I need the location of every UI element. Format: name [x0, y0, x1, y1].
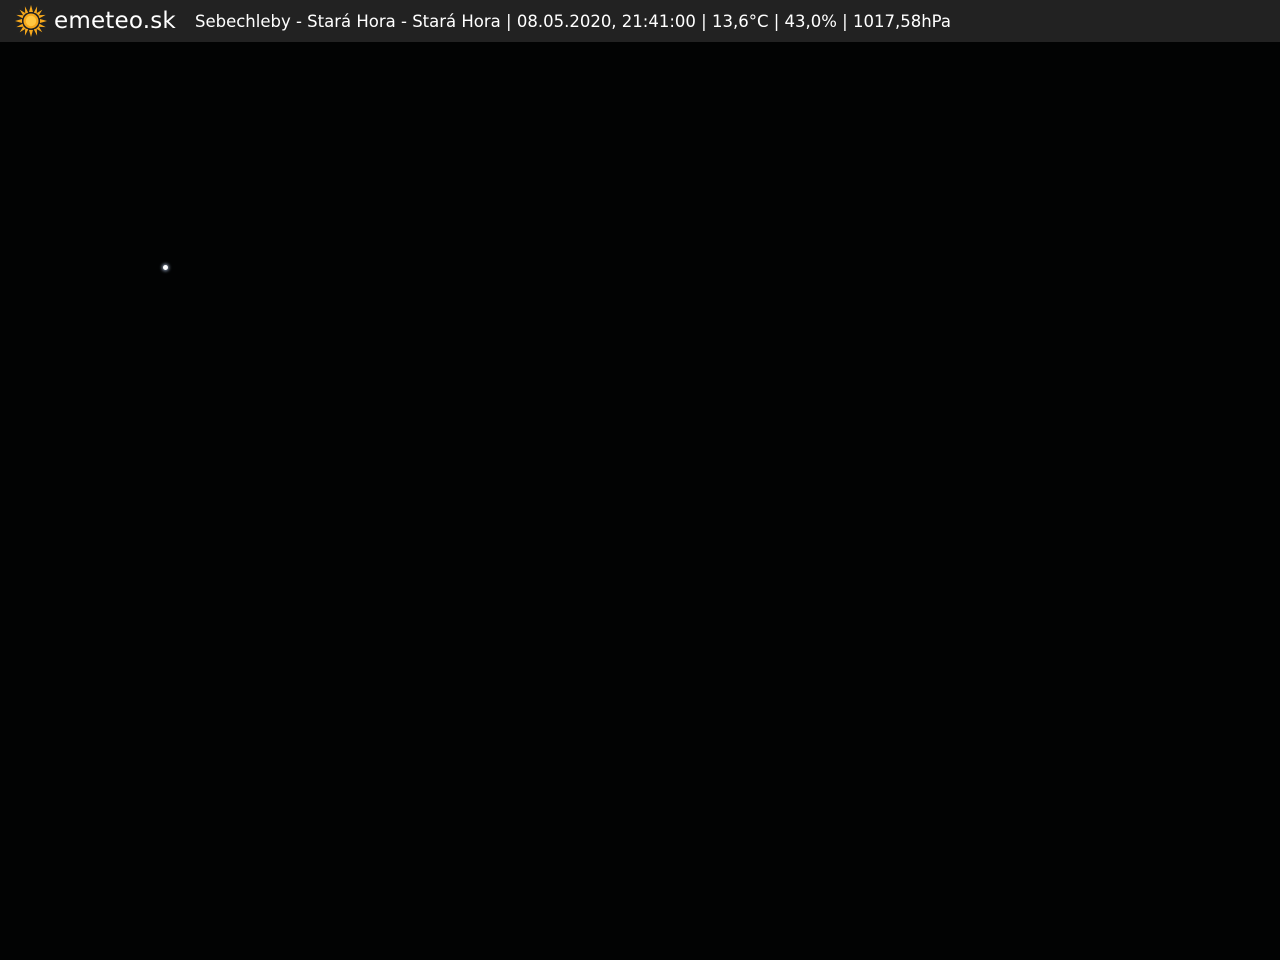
webcam-frame: emeteo.sk Sebechleby - Stará Hora - Star…: [0, 0, 1280, 960]
station-info: Sebechleby - Stará Hora - Stará Hora | 0…: [194, 11, 951, 31]
info-bar: emeteo.sk Sebechleby - Stará Hora - Star…: [0, 0, 1280, 42]
night-sky-image: [0, 42, 1280, 960]
bright-star: [163, 265, 168, 270]
brand-name: emeteo.sk: [54, 8, 176, 34]
sun-icon: [15, 5, 47, 37]
